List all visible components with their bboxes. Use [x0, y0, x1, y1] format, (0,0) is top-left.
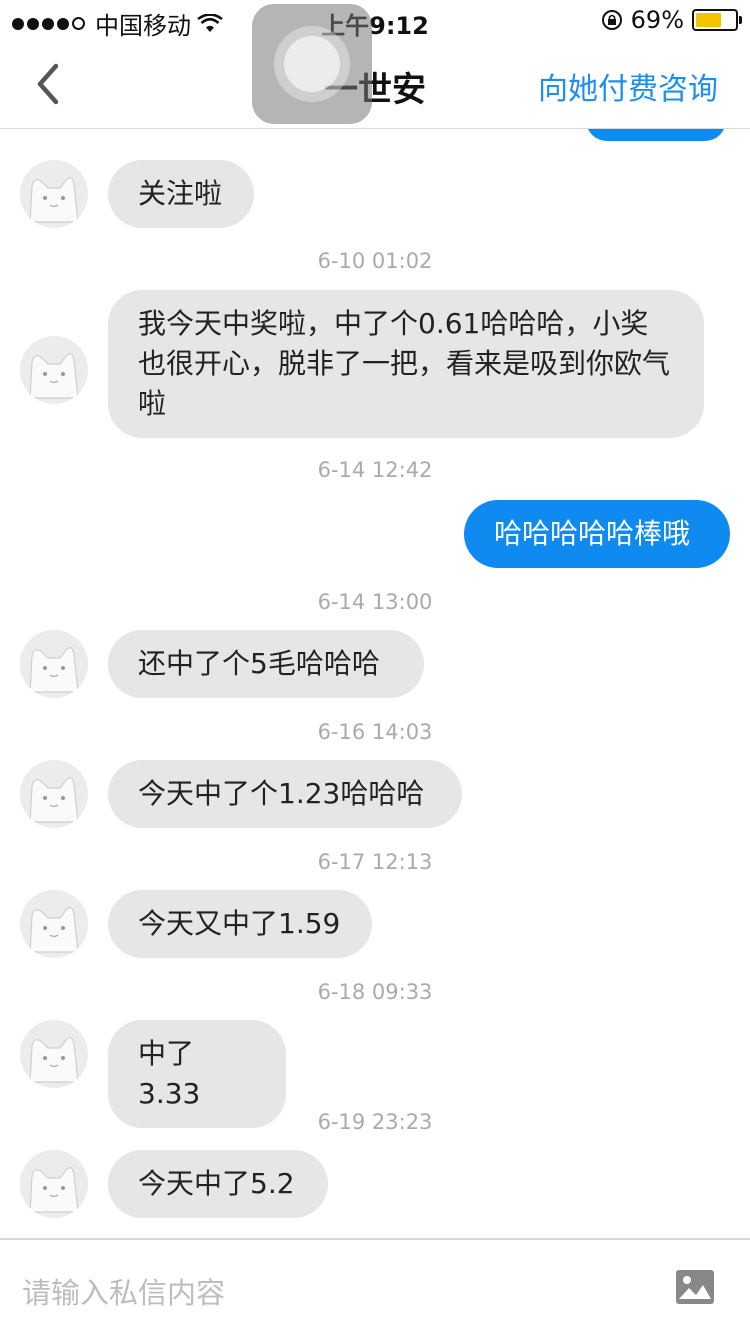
nav-bar: 一世安 向她付费咨询: [0, 40, 750, 129]
message-timestamp: 6-10 01:02: [317, 249, 433, 273]
message-timestamp: 6-14 13:00: [317, 590, 433, 614]
message-input-bar: 请输入私信内容: [0, 1238, 750, 1336]
status-bar: 中国移动 上午9:12 69%: [0, 0, 750, 40]
message-timestamp: 6-18 09:33: [317, 980, 433, 1004]
message-bubble[interactable]: 哈哈哈哈哈棒哦: [464, 500, 730, 568]
avatar[interactable]: [20, 630, 88, 698]
assistive-touch-button[interactable]: [252, 4, 372, 124]
message-bubble[interactable]: 今天又中了1.59: [108, 890, 372, 958]
image-picker-icon[interactable]: [676, 1270, 714, 1304]
orientation-lock-icon: [601, 10, 622, 30]
message-bubble[interactable]: 今天中了个1.23哈哈哈: [108, 760, 462, 828]
message-bubble[interactable]: 我今天中奖啦，中了个0.61哈哈哈，小奖也很开心，脱非了一把，看来是吸到你欧气啦: [108, 290, 704, 438]
status-right: 69%: [601, 6, 742, 34]
message-input[interactable]: 请输入私信内容: [22, 1270, 225, 1312]
avatar[interactable]: [20, 1020, 88, 1088]
message-timestamp: 6-14 12:42: [317, 458, 433, 482]
message-timestamp: 6-19 23:23: [317, 1110, 433, 1134]
message-timestamp: 6-16 14:03: [317, 720, 433, 744]
message-bubble[interactable]: 今天中了5.2: [108, 1150, 328, 1218]
battery-icon: [692, 9, 742, 31]
message-bubble[interactable]: 还中了个5毛哈哈哈: [108, 630, 424, 698]
avatar[interactable]: [20, 760, 88, 828]
partial-outgoing-bubble: [586, 129, 726, 141]
message-bubble[interactable]: 关注啦: [108, 160, 254, 228]
message-timestamp: 6-17 12:13: [317, 850, 433, 874]
avatar[interactable]: [20, 160, 88, 228]
avatar[interactable]: [20, 1150, 88, 1218]
paid-consult-button[interactable]: 向她付费咨询: [538, 64, 718, 108]
avatar[interactable]: [20, 890, 88, 958]
avatar[interactable]: [20, 336, 88, 404]
message-list: 关注啦 6-10 01:02 我今天中奖啦，中了个0.61哈哈哈，小奖也很开心，脱非…: [0, 129, 750, 1237]
battery-percent: 69%: [630, 6, 684, 34]
